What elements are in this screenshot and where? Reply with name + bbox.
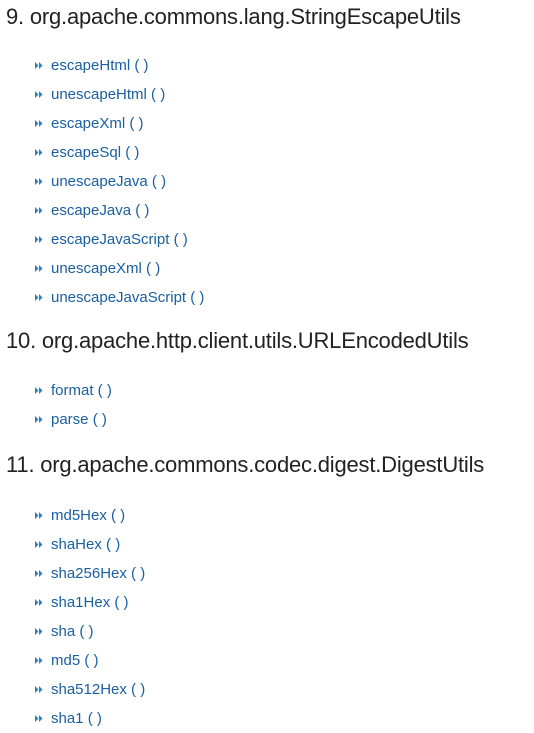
double-chevron-right-icon [35, 599, 43, 606]
method-link-escapehtml[interactable]: escapeHtml ( ) [51, 57, 149, 74]
list-item: shaHex ( ) [0, 530, 534, 559]
list-item: sha ( ) [0, 617, 534, 646]
method-link-md5hex[interactable]: md5Hex ( ) [51, 507, 125, 524]
method-link-escapejavascript[interactable]: escapeJavaScript ( ) [51, 231, 188, 248]
double-chevron-right-icon [35, 541, 43, 548]
double-chevron-right-icon [35, 265, 43, 272]
list-item: unescapeJava ( ) [0, 167, 534, 196]
method-link-unescapehtml[interactable]: unescapeHtml ( ) [51, 86, 165, 103]
list-item: md5 ( ) [0, 646, 534, 675]
double-chevron-right-icon [35, 715, 43, 722]
method-link-escapejava[interactable]: escapeJava ( ) [51, 202, 149, 219]
list-item: sha1Hex ( ) [0, 588, 534, 617]
list-item: md5Hex ( ) [0, 501, 534, 530]
method-link-sha[interactable]: sha ( ) [51, 623, 94, 640]
double-chevron-right-icon [35, 628, 43, 635]
method-link-unescapejavascript[interactable]: unescapeJavaScript ( ) [51, 289, 204, 306]
list-item: escapeSql ( ) [0, 138, 534, 167]
section-heading: 10. org.apache.http.client.utils.URLEnco… [6, 328, 469, 353]
method-link-parse[interactable]: parse ( ) [51, 411, 107, 428]
section-heading: 9. org.apache.commons.lang.StringEscapeU… [6, 4, 461, 29]
double-chevron-right-icon [35, 207, 43, 214]
double-chevron-right-icon [35, 91, 43, 98]
method-link-sha1[interactable]: sha1 ( ) [51, 710, 102, 727]
double-chevron-right-icon [35, 416, 43, 423]
list-item: sha256Hex ( ) [0, 559, 534, 588]
list-item: unescapeHtml ( ) [0, 80, 534, 109]
list-item: format ( ) [0, 376, 534, 405]
method-link-sha1hex[interactable]: sha1Hex ( ) [51, 594, 129, 611]
method-list: escapeHtml ( ) unescapeHtml ( ) escapeXm… [0, 51, 534, 312]
list-item: unescapeXml ( ) [0, 254, 534, 283]
method-link-unescapexml[interactable]: unescapeXml ( ) [51, 260, 160, 277]
double-chevron-right-icon [35, 686, 43, 693]
method-list: md5Hex ( ) shaHex ( ) sha256Hex ( ) sha1… [0, 501, 534, 733]
list-item: sha1 ( ) [0, 704, 534, 733]
double-chevron-right-icon [35, 120, 43, 127]
method-link-escapexml[interactable]: escapeXml ( ) [51, 115, 144, 132]
list-item: escapeJava ( ) [0, 196, 534, 225]
method-link-unescapejava[interactable]: unescapeJava ( ) [51, 173, 166, 190]
list-item: escapeJavaScript ( ) [0, 225, 534, 254]
double-chevron-right-icon [35, 570, 43, 577]
method-link-sha256hex[interactable]: sha256Hex ( ) [51, 565, 145, 582]
method-link-md5[interactable]: md5 ( ) [51, 652, 99, 669]
list-item: parse ( ) [0, 405, 534, 434]
double-chevron-right-icon [35, 657, 43, 664]
double-chevron-right-icon [35, 294, 43, 301]
double-chevron-right-icon [35, 178, 43, 185]
list-item: sha512Hex ( ) [0, 675, 534, 704]
list-item: escapeXml ( ) [0, 109, 534, 138]
double-chevron-right-icon [35, 236, 43, 243]
method-link-escapesql[interactable]: escapeSql ( ) [51, 144, 139, 161]
method-link-format[interactable]: format ( ) [51, 382, 112, 399]
method-link-shahex[interactable]: shaHex ( ) [51, 536, 120, 553]
double-chevron-right-icon [35, 62, 43, 69]
method-list: format ( ) parse ( ) [0, 376, 534, 434]
section-string-escape-utils: 9. org.apache.commons.lang.StringEscapeU… [0, 2, 534, 312]
section-digest-utils: 11. org.apache.commons.codec.digest.Dige… [0, 450, 534, 733]
list-item: unescapeJavaScript ( ) [0, 283, 534, 312]
list-item: escapeHtml ( ) [0, 51, 534, 80]
method-link-sha512hex[interactable]: sha512Hex ( ) [51, 681, 145, 698]
section-heading: 11. org.apache.commons.codec.digest.Dige… [6, 452, 485, 477]
double-chevron-right-icon [35, 512, 43, 519]
section-url-encoded-utils: 10. org.apache.http.client.utils.URLEnco… [0, 326, 534, 434]
double-chevron-right-icon [35, 387, 43, 394]
double-chevron-right-icon [35, 149, 43, 156]
